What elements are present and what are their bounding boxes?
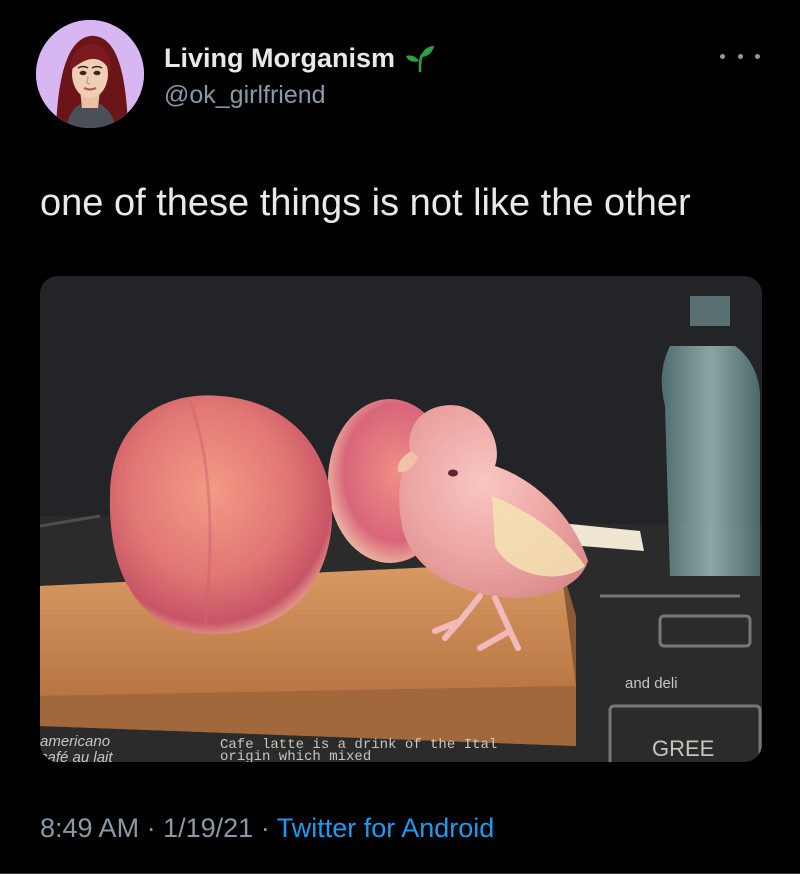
author-handle[interactable]: @ok_girlfriend [164,80,435,110]
tweet-header: Living Morganism @ok_girlfriend [36,20,776,130]
photo-peaches-and-pink-bird-icon: americano café au lait Cafe latte is a d… [40,276,762,762]
more-dot [737,53,743,59]
sprout-icon [406,46,435,73]
avatar[interactable] [36,20,144,128]
board-text-right-box: GREE [652,736,714,761]
author-names: Living Morganism @ok_girlfriend [164,42,435,110]
tweet-text: one of these things is not like the othe… [40,182,691,224]
more-options-icon[interactable] [720,46,760,66]
author-display-name[interactable]: Living Morganism [164,42,435,74]
meta-separator: · [146,813,156,843]
more-dot [720,53,725,59]
tweet-photo[interactable]: americano café au lait Cafe latte is a d… [40,276,762,762]
tweet-source-link[interactable]: Twitter for Android [277,813,495,843]
board-text-left-1: americano [40,733,110,750]
board-text-center-2: origin which mixed [220,749,371,762]
avatar-portrait-icon [36,20,144,128]
more-dot [755,53,760,59]
tweet-meta: 8:49 AM · 1/19/21 · Twitter for Android [40,810,494,846]
tweet-time[interactable]: 8:49 AM [40,813,139,843]
board-text-left-2: café au lait [40,749,113,762]
board-text-right-1: and deli [625,675,678,692]
tweet-date[interactable]: 1/19/21 [163,813,253,843]
meta-separator: · [260,813,270,843]
display-name-text: Living Morganism [164,43,396,73]
